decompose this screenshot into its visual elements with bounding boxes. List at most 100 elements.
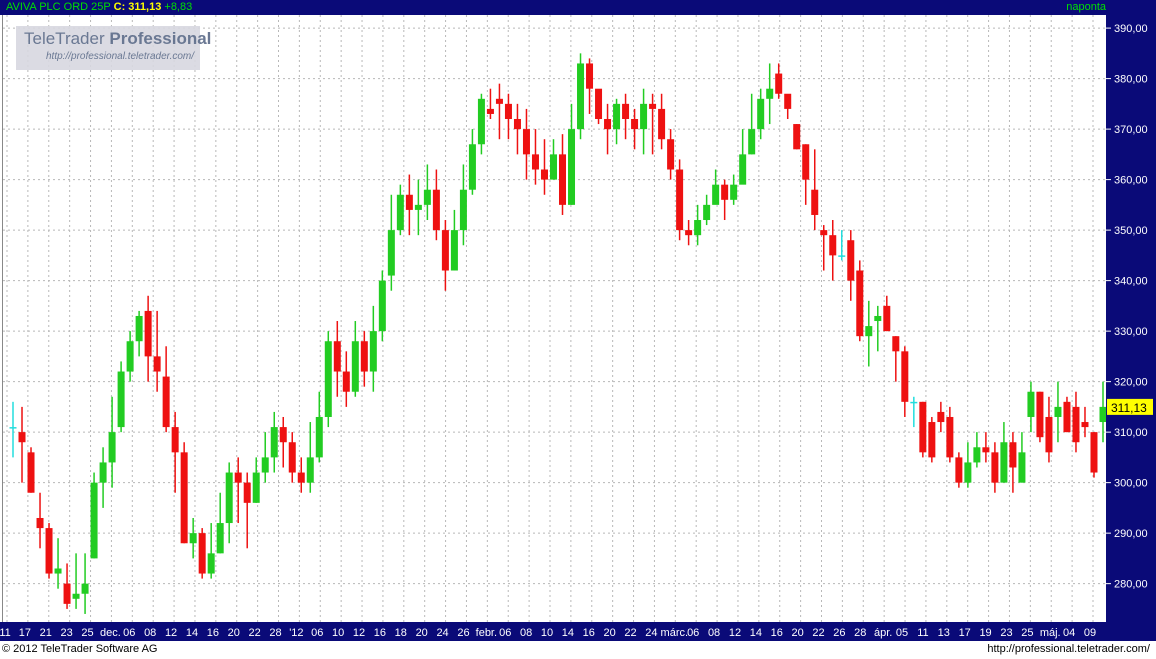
candle[interactable]	[432, 169, 440, 241]
candle[interactable]	[360, 331, 368, 387]
candle[interactable]	[1018, 432, 1026, 483]
candle[interactable]	[820, 225, 828, 271]
candle[interactable]	[1081, 406, 1089, 438]
candle[interactable]	[577, 53, 585, 140]
candle[interactable]	[568, 103, 576, 205]
candle[interactable]	[405, 174, 413, 236]
candle[interactable]	[667, 129, 675, 180]
candle[interactable]	[1054, 381, 1062, 443]
candle[interactable]	[324, 331, 332, 428]
candle[interactable]	[766, 63, 774, 125]
candle[interactable]	[216, 492, 224, 554]
candle[interactable]	[513, 103, 521, 155]
candle[interactable]	[45, 523, 53, 579]
candle[interactable]	[802, 144, 810, 205]
candle[interactable]	[991, 442, 999, 493]
candle[interactable]	[937, 401, 945, 433]
candle[interactable]	[207, 523, 215, 579]
candle[interactable]	[486, 88, 494, 120]
candle[interactable]	[549, 139, 557, 180]
candle[interactable]	[90, 472, 98, 559]
candle[interactable]	[414, 179, 422, 236]
candle[interactable]	[225, 462, 233, 544]
candle[interactable]	[342, 351, 350, 407]
candle[interactable]	[369, 305, 377, 392]
candle[interactable]	[622, 93, 630, 140]
candle[interactable]	[910, 396, 918, 428]
date-axis[interactable]: '1117212325dec.0608121416202228'12061012…	[0, 622, 1156, 641]
candle[interactable]	[748, 93, 756, 155]
candlestick-chart[interactable]	[3, 15, 1107, 622]
candle[interactable]	[396, 184, 404, 236]
candle[interactable]	[495, 83, 503, 140]
candle[interactable]	[973, 432, 981, 468]
candle[interactable]	[441, 220, 449, 291]
candle[interactable]	[36, 492, 44, 549]
candle[interactable]	[297, 457, 305, 493]
candle[interactable]	[559, 134, 567, 215]
candle[interactable]	[198, 528, 206, 579]
candle[interactable]	[928, 416, 936, 463]
candle[interactable]	[946, 406, 954, 463]
candle[interactable]	[892, 336, 900, 382]
candle[interactable]	[595, 88, 603, 125]
candle[interactable]	[613, 98, 621, 145]
price-axis[interactable]: 280,00 290,00 300,00 310,00 320,00 330,00 340,…	[1106, 15, 1156, 622]
candle[interactable]	[252, 457, 260, 503]
candle[interactable]	[234, 457, 242, 524]
candle[interactable]	[261, 432, 269, 483]
candle[interactable]	[135, 310, 143, 357]
candle[interactable]	[1009, 432, 1017, 493]
candle[interactable]	[865, 300, 873, 367]
footer-url[interactable]: http://professional.teletrader.com/	[987, 643, 1150, 655]
candle[interactable]	[955, 452, 963, 488]
candle[interactable]	[315, 391, 323, 463]
candle[interactable]	[685, 220, 693, 246]
candle[interactable]	[387, 194, 395, 291]
candle[interactable]	[243, 472, 251, 549]
candle[interactable]	[351, 321, 359, 397]
candle[interactable]	[604, 103, 612, 155]
candle[interactable]	[658, 93, 666, 150]
candle[interactable]	[640, 88, 648, 155]
candle[interactable]	[874, 305, 882, 352]
candle[interactable]	[784, 93, 792, 120]
candle[interactable]	[171, 411, 179, 493]
candle[interactable]	[540, 139, 548, 195]
candle[interactable]	[901, 346, 909, 417]
candle[interactable]	[1000, 422, 1008, 483]
candle[interactable]	[631, 108, 639, 150]
candle[interactable]	[703, 194, 711, 226]
candle[interactable]	[1036, 391, 1044, 443]
candle[interactable]	[162, 346, 170, 433]
candle[interactable]	[288, 432, 296, 483]
candle[interactable]	[1072, 391, 1080, 453]
candle[interactable]	[919, 401, 927, 458]
candle[interactable]	[838, 230, 846, 261]
candle[interactable]	[829, 220, 837, 281]
candle[interactable]	[739, 129, 747, 185]
candle[interactable]	[9, 401, 17, 458]
candle[interactable]	[712, 169, 720, 205]
candle[interactable]	[450, 209, 458, 271]
candle[interactable]	[676, 159, 684, 241]
candle[interactable]	[531, 129, 539, 185]
candle[interactable]	[477, 93, 485, 155]
candle[interactable]	[270, 411, 278, 473]
candle[interactable]	[72, 553, 80, 609]
candle[interactable]	[730, 174, 738, 205]
candle[interactable]	[721, 179, 729, 221]
candle[interactable]	[757, 88, 765, 140]
plot-area[interactable]	[2, 15, 1107, 622]
candle[interactable]	[775, 63, 783, 99]
candle[interactable]	[144, 295, 152, 382]
candle[interactable]	[306, 422, 314, 493]
candle[interactable]	[333, 321, 341, 397]
candle[interactable]	[153, 310, 161, 392]
candle[interactable]	[1090, 432, 1098, 478]
candle[interactable]	[189, 517, 197, 559]
candle[interactable]	[18, 406, 26, 483]
candle[interactable]	[694, 204, 702, 246]
candle[interactable]	[117, 361, 125, 433]
candle[interactable]	[468, 129, 476, 195]
